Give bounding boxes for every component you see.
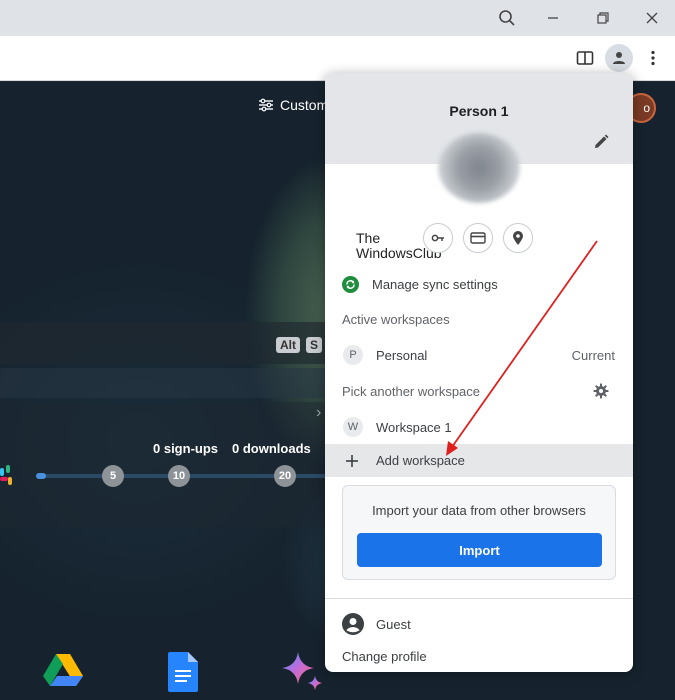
sliders-icon: [259, 98, 273, 112]
slack-icon: [0, 465, 12, 485]
import-button[interactable]: Import: [357, 533, 602, 567]
location-pin-icon: [513, 231, 523, 245]
workspace-item-workspace-1[interactable]: W Workspace 1: [325, 411, 633, 444]
change-profile-link[interactable]: Change profile: [342, 649, 427, 664]
more-vert-icon[interactable]: [639, 44, 667, 72]
restore-icon[interactable]: [589, 4, 617, 32]
active-workspaces-heading: Active workspaces: [342, 312, 450, 327]
gear-icon[interactable]: [593, 383, 609, 399]
profile-avatar: [438, 133, 520, 203]
signups-count: 0 sign-ups: [153, 441, 219, 456]
account-avatar-text: o: [643, 101, 650, 115]
milestone-20: 20: [274, 465, 296, 487]
referral-stats: 0 sign-ups 0 downloads: [153, 441, 311, 456]
window-titlebar: [0, 0, 675, 36]
workspace-letter-avatar: W: [343, 417, 363, 437]
customize-label: Custom: [280, 97, 329, 113]
profile-menu: Person 1 The WindowsClub Manage sync set…: [325, 73, 633, 672]
key-icon: [431, 234, 444, 242]
add-workspace-button[interactable]: Add workspace: [325, 444, 633, 477]
profile-button[interactable]: [605, 44, 633, 72]
edit-icon[interactable]: [592, 133, 610, 151]
menu-divider: [325, 598, 633, 599]
milestone-10: 10: [168, 465, 190, 487]
google-docs-icon[interactable]: [168, 652, 198, 692]
manage-sync-settings[interactable]: Manage sync settings: [325, 268, 633, 301]
downloads-count: 0 downloads: [232, 441, 311, 456]
search-suggestion-row: [0, 368, 330, 398]
workspace-item-personal[interactable]: P Personal Current: [325, 339, 633, 372]
current-badge: Current: [571, 348, 615, 363]
progress-fill: [36, 473, 46, 479]
passwords-button[interactable]: [423, 223, 453, 253]
pick-workspace-heading: Pick another workspace: [342, 384, 481, 399]
import-card: Import your data from other browsers Imp…: [342, 485, 616, 580]
gemini-icon[interactable]: [282, 652, 322, 692]
minimize-icon[interactable]: [539, 4, 567, 32]
guest-avatar-icon: [342, 613, 364, 635]
close-icon[interactable]: [638, 4, 666, 32]
sync-icon: [342, 276, 359, 293]
workspace-name: Personal: [376, 348, 428, 363]
milestone-5: 5: [102, 465, 124, 487]
referral-panel: [0, 402, 330, 527]
shortcut-key-alt: Alt: [276, 337, 300, 353]
shortcut-key-s: S: [306, 337, 323, 353]
person-icon: [613, 52, 625, 64]
add-workspace-label: Add workspace: [376, 453, 465, 468]
sync-label: Manage sync settings: [372, 277, 498, 292]
profile-name: Person 1: [449, 103, 509, 119]
split-view-icon[interactable]: [571, 44, 599, 72]
search-icon[interactable]: [493, 4, 521, 32]
google-drive-icon[interactable]: [43, 652, 83, 688]
credit-card-icon: [470, 232, 486, 244]
workspace-name: Workspace 1: [376, 420, 452, 435]
workspace-letter-avatar: P: [343, 345, 363, 365]
addresses-button[interactable]: [503, 223, 533, 253]
import-description: Import your data from other browsers: [372, 503, 586, 518]
guest-profile[interactable]: Guest: [376, 617, 411, 632]
plus-icon: [346, 455, 358, 467]
customize-button[interactable]: Custom: [258, 97, 328, 113]
payment-methods-button[interactable]: [463, 223, 493, 253]
chevron-right-icon[interactable]: ›: [316, 404, 321, 422]
